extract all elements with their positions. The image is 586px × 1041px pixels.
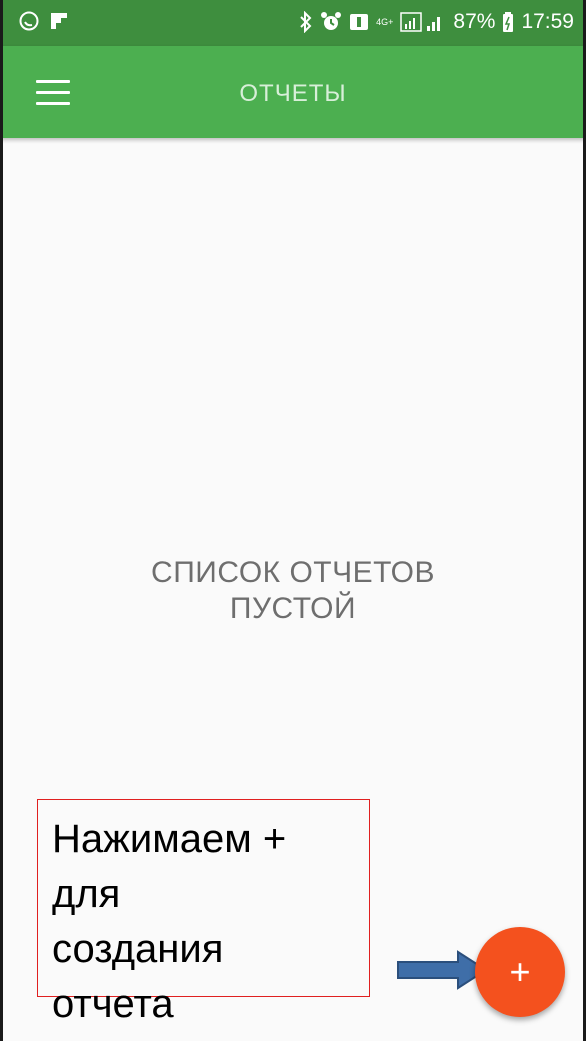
page-title: ОТЧЕТЫ <box>239 80 347 107</box>
instruction-callout-text: Нажимаем + для создания отчета <box>52 812 372 1032</box>
battery-percent: 87% <box>453 10 496 33</box>
callout-line-2: для <box>52 872 121 916</box>
callout-line-4: отчета <box>52 982 174 1026</box>
status-bar: 4G+ 87% 17:59 <box>0 0 586 46</box>
network-type: 4G+ <box>376 16 394 27</box>
clock: 17:59 <box>521 10 574 33</box>
notification-icon <box>350 14 369 30</box>
alarm-icon <box>321 12 342 30</box>
status-left-icons <box>18 10 68 32</box>
left-border <box>0 0 3 1041</box>
phone-screen: 4G+ 87% 17:59 ОТЧЕТЫ СПИСОК ОТЧЕТОВ ПУСТ… <box>0 0 586 1041</box>
status-right-icons: 4G+ 87% 17:59 <box>299 10 574 34</box>
callout-line-1: Нажимаем + <box>52 817 287 861</box>
signal-icon <box>400 12 441 32</box>
empty-list-message: СПИСОК ОТЧЕТОВ ПУСТОЙ <box>0 555 586 627</box>
empty-message-line-1: СПИСОК ОТЧЕТОВ <box>151 556 435 589</box>
empty-message-line-2: ПУСТОЙ <box>229 592 357 625</box>
battery-icon <box>503 12 514 32</box>
callout-line-3: создания <box>52 927 224 971</box>
bluetooth-icon <box>300 11 312 33</box>
app-bar: ОТЧЕТЫ <box>0 46 586 138</box>
flipboard-icon <box>51 13 67 29</box>
whatsapp-icon <box>19 11 39 31</box>
add-report-button[interactable]: + <box>475 927 565 1017</box>
